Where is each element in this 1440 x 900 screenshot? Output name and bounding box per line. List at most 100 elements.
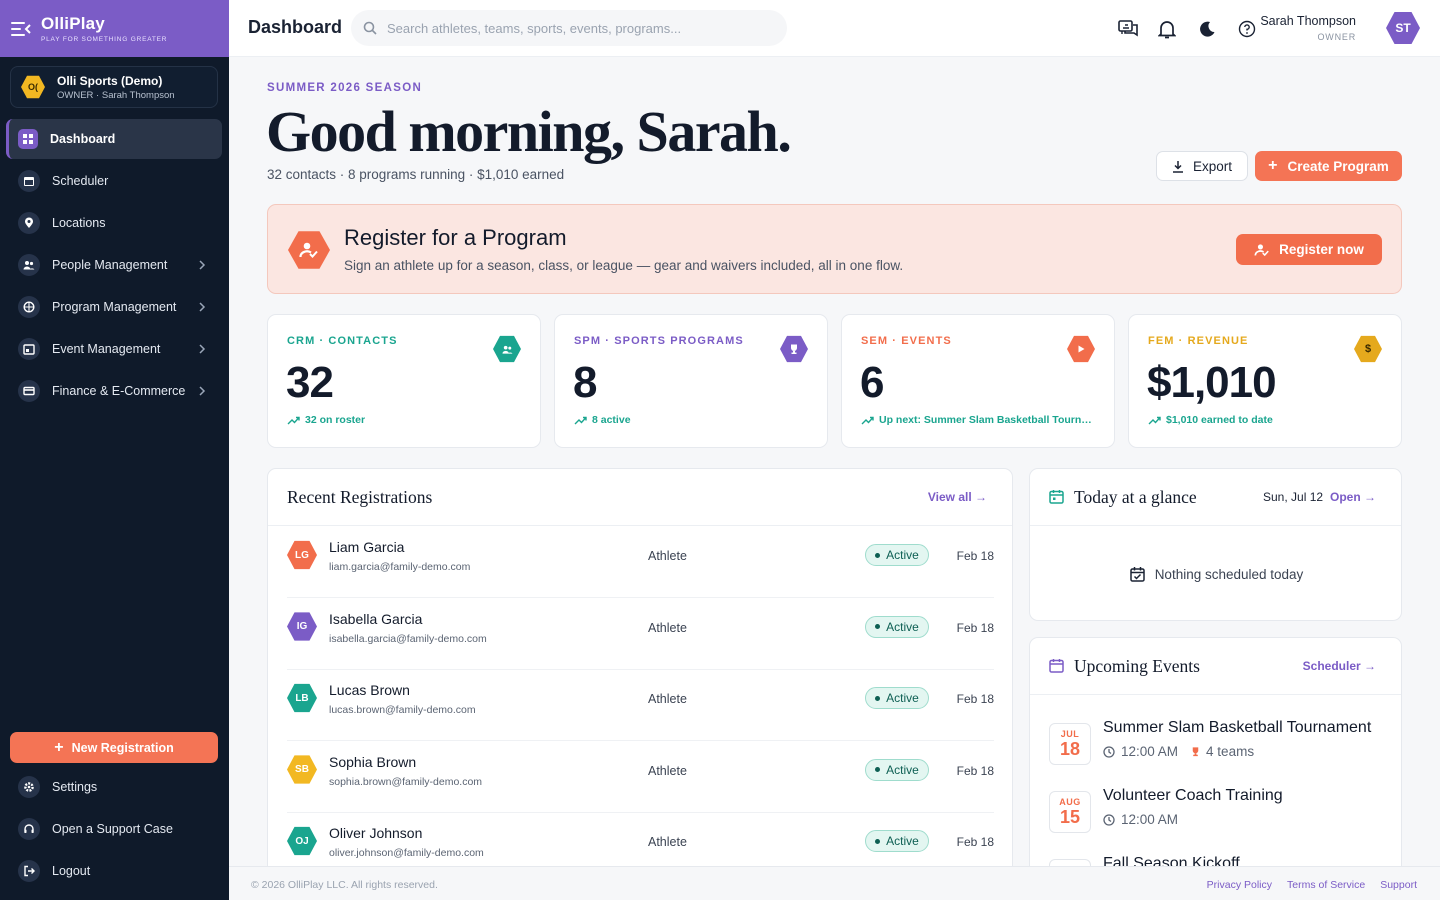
registrant-role: Athlete <box>648 692 687 706</box>
sidebar-item-locations[interactable]: Locations <box>6 203 222 243</box>
today-at-a-glance-card: Today at a glance Sun, Jul 12 Open → Not… <box>1029 468 1402 621</box>
user-role: OWNER <box>1317 32 1356 42</box>
dashboard-icon <box>18 129 38 149</box>
trophy-icon <box>1192 747 1199 757</box>
registrant-name: Oliver Johnson <box>329 825 423 841</box>
footer: © 2026 OlliPlay LLC. All rights reserved… <box>229 866 1440 900</box>
copyright: © 2026 OlliPlay LLC. All rights reserved… <box>251 879 438 891</box>
registrant-email: isabella.garcia@family-demo.com <box>329 632 487 645</box>
stat-label: FEM · REVENUE <box>1148 335 1249 347</box>
user-name: Sarah Thompson <box>1260 14 1356 28</box>
calendar-check-icon <box>1129 567 1145 582</box>
table-row[interactable]: LG Liam Garcia liam.garcia@family-demo.c… <box>287 526 994 598</box>
brand-name: OlliPlay <box>41 13 105 33</box>
view-all-link[interactable]: View all → <box>928 490 987 504</box>
registrant-role: Athlete <box>648 620 687 635</box>
messages-icon[interactable] <box>1117 18 1139 40</box>
register-now-button[interactable]: Register now <box>1236 234 1382 265</box>
stat-value: $1,010 <box>1147 358 1277 407</box>
user-menu[interactable]: Sarah Thompson OWNER <box>1260 14 1356 42</box>
stat-card[interactable]: SPM · SPORTS PROGRAMS 8 8 active <box>554 314 828 448</box>
search-icon <box>363 21 377 35</box>
sidebar-item-label: Open a Support Case <box>52 822 173 836</box>
footer-link[interactable]: Terms of Service <box>1287 879 1365 891</box>
sidebar-item-event-management[interactable]: Event Management <box>6 329 222 369</box>
topbar: Dashboard Sarah Thompson OWNER ST <box>229 0 1440 57</box>
sidebar-item-label: Logout <box>52 864 91 878</box>
sidebar-item-scheduler[interactable]: Scheduler <box>6 161 222 201</box>
trophy-icon <box>780 335 808 363</box>
sports-ball-icon <box>18 296 40 318</box>
chevron-right-icon <box>199 302 206 312</box>
table-row[interactable]: LB Lucas Brown lucas.brown@family-demo.c… <box>287 669 994 741</box>
chevron-right-icon <box>199 260 206 270</box>
sidebar-item-label: Finance & E-Commerce <box>52 384 186 398</box>
glance-title: Today at a glance <box>1074 487 1197 507</box>
footer-link[interactable]: Support <box>1380 879 1417 891</box>
footer-link[interactable]: Privacy Policy <box>1207 879 1272 891</box>
stat-card[interactable]: CRM · CONTACTS 32 32 on roster <box>267 314 541 448</box>
registrant-name: Lucas Brown <box>329 682 410 698</box>
sidebar-nav: Dashboard Scheduler Locations People Man… <box>6 119 222 413</box>
play-icon <box>1067 335 1095 363</box>
download-icon <box>1172 160 1183 173</box>
stat-value: 6 <box>860 358 885 407</box>
registrant-name: Liam Garcia <box>329 539 405 555</box>
search-bar[interactable] <box>351 10 787 46</box>
glance-open-link[interactable]: Open → <box>1330 490 1376 504</box>
table-row[interactable]: IG Isabella Garcia isabella.garcia@famil… <box>287 598 994 670</box>
sidebar-bottom-nav: Settings Open a Support Case Logout <box>6 767 222 893</box>
trend-up-icon <box>861 416 874 424</box>
stat-card[interactable]: SEM · EVENTS 6 Up next: Summer Slam Bask… <box>841 314 1115 448</box>
registration-date: Feb 18 <box>956 549 994 563</box>
people-icon <box>493 335 521 363</box>
event-item[interactable]: AUG 15 Volunteer Coach Training 12:00 AM <box>1049 787 1379 853</box>
help-icon[interactable] <box>1236 18 1258 40</box>
logout-icon <box>18 860 40 882</box>
event-time: 12:00 AM <box>1121 744 1179 759</box>
table-row[interactable]: SB Sophia Brown sophia.brown@family-demo… <box>287 741 994 813</box>
sidebar-item-finance-e-commerce[interactable]: Finance & E-Commerce <box>6 371 222 411</box>
registrant-email: liam.garcia@family-demo.com <box>329 561 471 573</box>
create-program-button[interactable]: + Create Program <box>1255 151 1402 181</box>
brand-bar: OlliPlay PLAY FOR SOMETHING GREATER <box>0 0 229 57</box>
org-switcher[interactable]: O( Olli Sports (Demo) OWNER · Sarah Thom… <box>10 66 218 108</box>
sidebar-item-people-management[interactable]: People Management <box>6 245 222 285</box>
search-input[interactable] <box>387 20 767 36</box>
sidebar-item-program-management[interactable]: Program Management <box>6 287 222 327</box>
dark-mode-moon-icon[interactable] <box>1196 18 1218 40</box>
sidebar-item-settings[interactable]: Settings <box>6 767 222 807</box>
export-button[interactable]: Export <box>1156 151 1248 181</box>
stat-footnote: 32 on roster <box>305 414 366 426</box>
sidebar-item-dashboard[interactable]: Dashboard <box>6 119 222 159</box>
register-athlete-icon <box>288 231 330 269</box>
calendar-icon <box>1049 490 1064 504</box>
notifications-bell-icon[interactable] <box>1156 18 1178 40</box>
clock-icon <box>1103 745 1115 758</box>
menu-collapse-icon[interactable] <box>11 21 31 36</box>
register-program-banner: Register for a Program Sign an athlete u… <box>267 204 1402 294</box>
event-item[interactable]: JUL 18 Summer Slam Basketball Tournament… <box>1049 719 1379 785</box>
recent-registrations-title: Recent Registrations <box>287 487 433 507</box>
sidebar-item-open-a-support-case[interactable]: Open a Support Case <box>6 809 222 849</box>
glance-empty-message: Nothing scheduled today <box>1154 566 1304 582</box>
new-registration-button[interactable]: + New Registration <box>10 732 218 763</box>
sidebar-item-logout[interactable]: Logout <box>6 851 222 891</box>
scheduler-link[interactable]: Scheduler → <box>1303 659 1376 673</box>
chevron-right-icon <box>199 386 206 396</box>
card-icon <box>18 380 40 402</box>
sidebar-item-label: People Management <box>52 258 168 272</box>
stat-card[interactable]: FEM · REVENUE $ $1,010 $1,010 earned to … <box>1128 314 1402 448</box>
trend-up-icon <box>287 416 300 424</box>
main-content: SUMMER 2026 SEASON Good morning, Sarah. … <box>229 57 1440 878</box>
event-time: 12:00 AM <box>1121 812 1179 827</box>
people-icon <box>18 254 40 276</box>
registrant-role: Athlete <box>648 835 687 849</box>
location-pin-icon <box>18 212 40 234</box>
greeting-heading: Good morning, Sarah. <box>266 99 792 164</box>
stat-footnote: $1,010 earned to date <box>1166 414 1273 426</box>
registration-date: Feb 18 <box>956 763 994 778</box>
avatar[interactable]: ST <box>1386 12 1420 44</box>
avatar: IG <box>287 612 317 641</box>
stat-value: 32 <box>286 358 334 407</box>
